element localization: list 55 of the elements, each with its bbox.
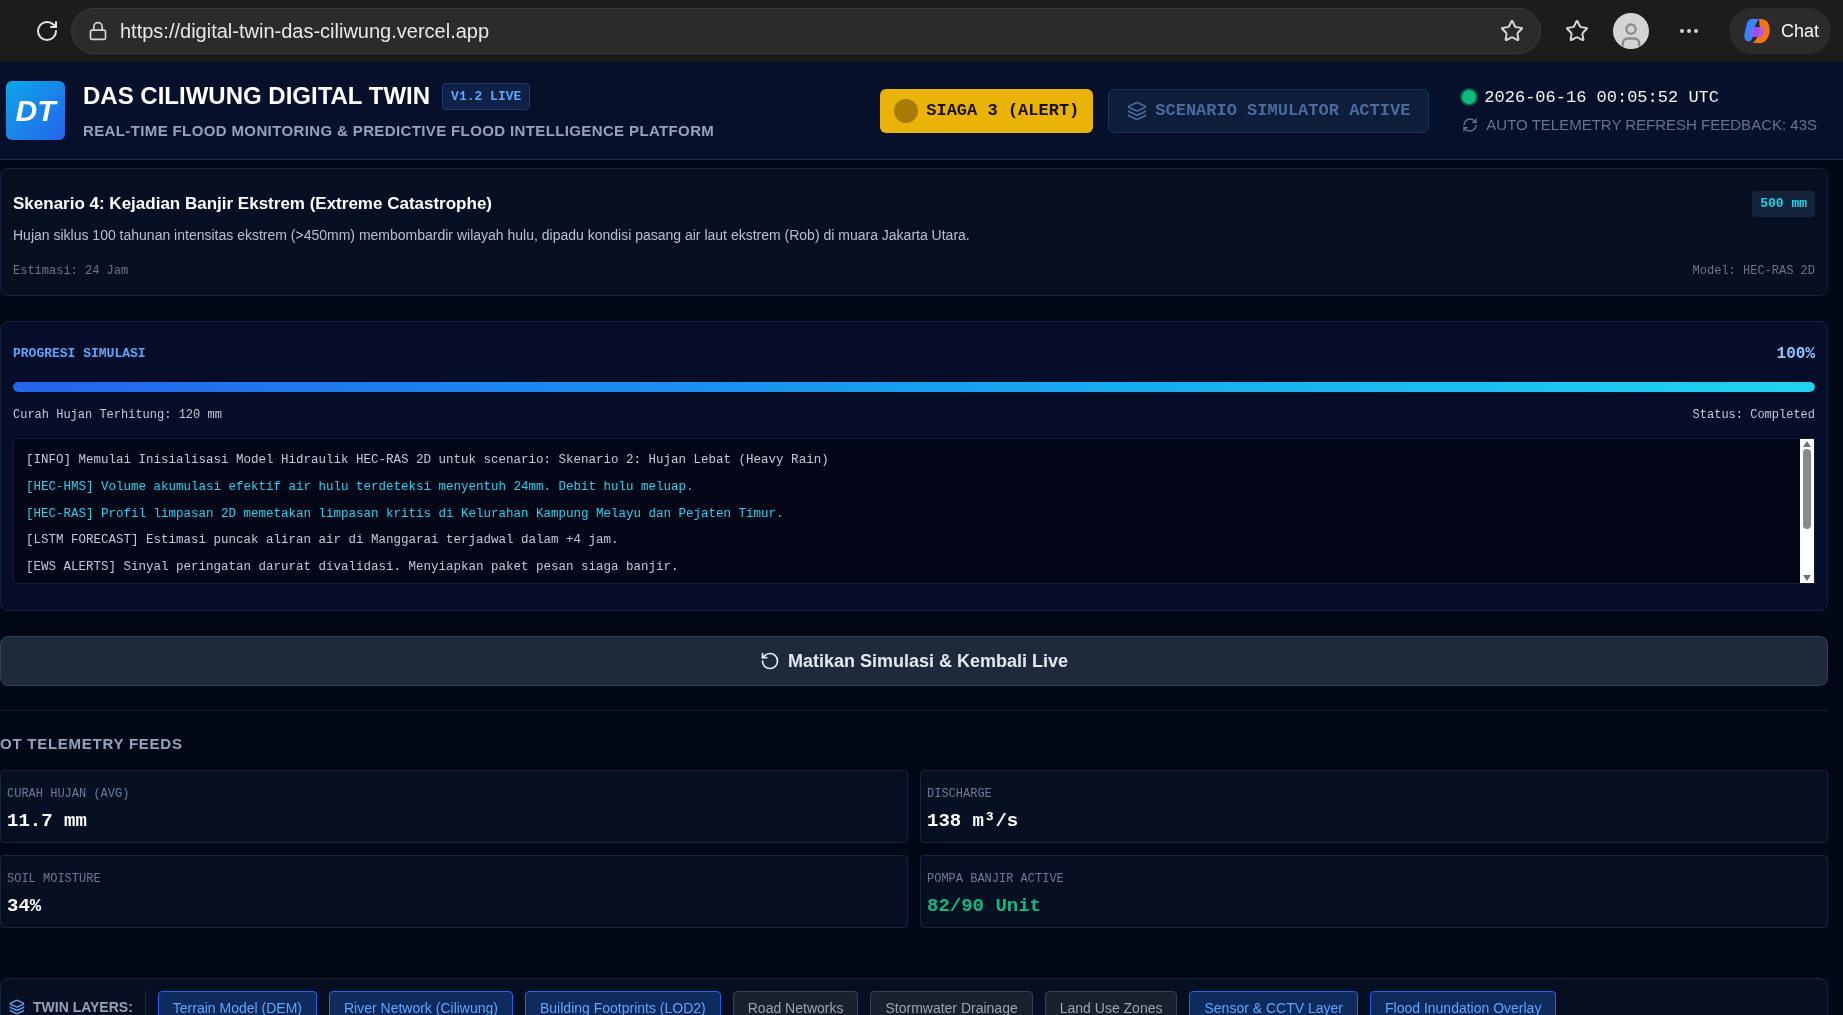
telemetry-value: 82/90 Unit bbox=[927, 893, 1043, 919]
refresh-icon bbox=[1462, 117, 1479, 134]
rainfall-badge: 500 mm bbox=[1752, 191, 1815, 217]
log-scrollbar[interactable] bbox=[1800, 439, 1814, 583]
log-line: [LSTM FORECAST] Estimasi puncak aliran air di Manggarai terjadwal dalam +4 jam. bbox=[26, 532, 620, 550]
layer-toggle[interactable]: Sensor & CCTV Layer bbox=[1189, 990, 1358, 1015]
profile-avatar[interactable] bbox=[1612, 13, 1649, 49]
simulation-status-text: Status: Completed bbox=[1692, 407, 1815, 424]
log-line: [HEC-HMS] Volume akumulasi efektif air hulu terdeteksi menyentuh 24mm. Debit hulu meluap. bbox=[26, 478, 695, 496]
telemetry-label: CURAH HUJAN (AVG) bbox=[7, 785, 131, 803]
lock-icon[interactable] bbox=[88, 21, 108, 41]
layer-toggle[interactable]: Road Networks bbox=[732, 990, 859, 1015]
app-logo: DT bbox=[6, 81, 65, 140]
reset-icon bbox=[759, 651, 780, 671]
layer-toggle[interactable]: River Network (Ciliwung) bbox=[328, 990, 513, 1015]
simulator-status-badge: SCENARIO SIMULATOR ACTIVE bbox=[1108, 88, 1430, 133]
layers-label: TWIN LAYERS: bbox=[33, 997, 133, 1015]
progress-percent: 100% bbox=[1776, 344, 1815, 365]
estimate-text: Estimasi: 24 Jam bbox=[13, 262, 129, 280]
scenario-description: Hujan siklus 100 tahunan intensitas ekstrem (>450mm) membombardir wilayah hulu, dipadu kondisi pasang air laut ekstrem (Rob) di muara Jakarta Utara. bbox=[13, 225, 971, 245]
chat-button[interactable]: Chat bbox=[1728, 8, 1831, 54]
url-text: https://digital-twin-das-ciliwung.vercel.app bbox=[120, 19, 490, 44]
telemetry-label: POMPA BANJIR ACTIVE bbox=[927, 870, 1065, 888]
telemetry-value: 11.7 mm bbox=[7, 808, 88, 834]
app-title: DAS CILIWUNG DIGITAL TWIN bbox=[83, 81, 431, 112]
progress-label: PROGRESI SIMULASI bbox=[13, 345, 146, 364]
layer-toggle[interactable]: Terrain Model (DEM) bbox=[157, 990, 317, 1015]
layer-toggle[interactable]: Land Use Zones bbox=[1044, 990, 1178, 1015]
version-badge: V1.2 LIVE bbox=[442, 82, 531, 110]
layer-toggle[interactable]: Flood Inundation Overlay bbox=[1369, 990, 1557, 1015]
alert-level-button[interactable]: SIAGA 3 (ALERT) bbox=[880, 88, 1094, 133]
telemetry-label: DISCHARGE bbox=[927, 785, 993, 803]
layers-icon bbox=[9, 999, 25, 1015]
rainfall-count-text: Curah Hujan Terhitung: 120 mm bbox=[13, 407, 222, 424]
timestamp: 2026-06-16 00:05:52 UTC bbox=[1484, 86, 1719, 109]
model-text: Model: HEC-RAS 2D bbox=[1692, 262, 1815, 280]
telemetry-value: 138 m³/s bbox=[927, 808, 1020, 834]
app-subtitle: REAL-TIME FLOOD MONITORING & PREDICTIVE FLOOD INTELLIGENCE PLATFORM bbox=[83, 121, 715, 142]
favorites-icon[interactable] bbox=[1564, 19, 1589, 43]
reload-icon[interactable] bbox=[35, 19, 59, 43]
scroll-up-icon[interactable] bbox=[1803, 441, 1811, 447]
telemetry-label: SOIL MOISTURE bbox=[7, 870, 102, 888]
log-line: [EWS ALERTS] Sinyal peringatan darurat divalidasi. Menyiapkan paket pesan siaga banjir. bbox=[26, 559, 680, 576]
refresh-status-text: AUTO TELEMETRY REFRESH FEEDBACK: 43S bbox=[1486, 115, 1817, 135]
layer-toggle[interactable]: Stormwater Drainage bbox=[870, 990, 1033, 1015]
stop-simulation-button[interactable]: Matikan Simulasi & Kembali Live bbox=[0, 636, 1828, 686]
log-line: [INFO] Memulai Inisialisasi Model Hidraulik HEC-RAS 2D untuk scenario: Skenario 2: Hujan Lebat (Heavy Rain) bbox=[26, 452, 830, 469]
address-bar[interactable]: https://digital-twin-das-ciliwung.vercel.app bbox=[71, 8, 1541, 54]
telemetry-heading: OT TELEMETRY FEEDS bbox=[0, 734, 184, 754]
bookmark-star-icon[interactable] bbox=[1499, 19, 1524, 43]
log-line: [HEC-RAS] Profil limpasan 2D memetakan limpasan kritis di Kelurahan Kampung Melayu dan Pejaten Timur. bbox=[26, 505, 785, 523]
layer-toggle[interactable]: Building Footprints (LOD2) bbox=[525, 990, 721, 1015]
telemetry-value: 34% bbox=[7, 893, 43, 919]
scenario-title: Skenario 4: Kejadian Banjir Ekstrem (Extreme Catastrophe) bbox=[13, 193, 492, 215]
scroll-down-icon[interactable] bbox=[1803, 575, 1811, 581]
